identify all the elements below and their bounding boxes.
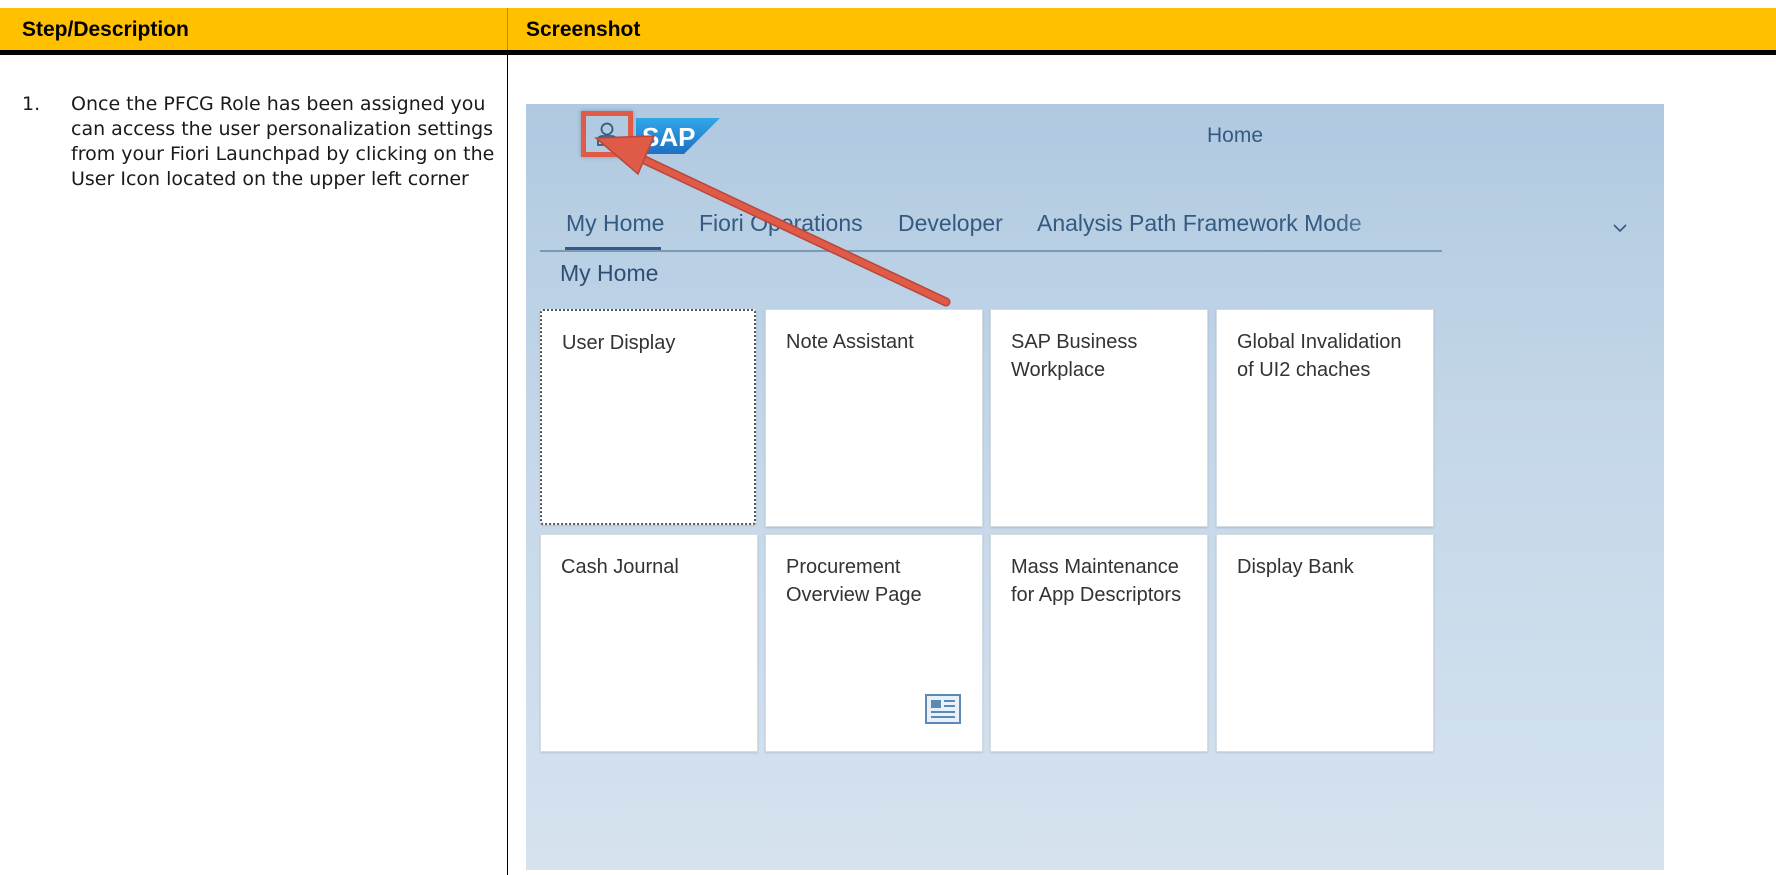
tile-global-invalidation[interactable]: Global Invalidation of UI2 chaches [1216, 309, 1434, 527]
col-step-description-header: Step/Description [22, 18, 189, 41]
header-divider [507, 8, 508, 50]
tab-developer[interactable]: Developer [898, 210, 1003, 237]
tile-note-assistant[interactable]: Note Assistant [765, 309, 983, 527]
tile-procurement-overview[interactable]: Procurement Overview Page [765, 534, 983, 752]
chevron-down-icon[interactable] [1608, 216, 1632, 240]
step-number: 1. [22, 93, 41, 115]
tab-fiori-operations[interactable]: Fiori Operations [699, 210, 863, 237]
tile-title: Procurement Overview Page [786, 556, 922, 606]
tabs-baseline [540, 250, 1442, 252]
tile-title: Global Invalidation of UI2 chaches [1237, 331, 1402, 381]
tile-title: Display Bank [1237, 556, 1354, 578]
tile-cash-journal[interactable]: Cash Journal [540, 534, 758, 752]
tile-title: SAP Business Workplace [1011, 331, 1138, 381]
overview-page-icon [925, 694, 961, 724]
launchpad-screenshot: SAP Home My Home Fiori Operations Develo… [526, 104, 1664, 870]
tile-title: Mass Maintenance for App Descriptors [1011, 556, 1182, 606]
tab-my-home[interactable]: My Home [566, 210, 664, 237]
col-screenshot-header: Screenshot [526, 18, 641, 41]
tile-user-display[interactable]: User Display [540, 309, 756, 525]
table-header: Step/Description Screenshot [0, 8, 1776, 55]
tile-title: User Display [562, 332, 676, 354]
tab-analysis-path-framework[interactable]: Analysis Path Framework Mode [1037, 210, 1417, 237]
step-text: Once the PFCG Role has been assigned you… [71, 93, 495, 190]
shell-title: Home [1206, 124, 1264, 147]
tile-display-bank[interactable]: Display Bank [1216, 534, 1434, 752]
tile-title: Cash Journal [561, 556, 679, 578]
tile-sap-business-workplace[interactable]: SAP Business Workplace [990, 309, 1208, 527]
tile-title: Note Assistant [786, 331, 914, 353]
section-title: My Home [560, 260, 659, 286]
tile-mass-maintenance[interactable]: Mass Maintenance for App Descriptors [990, 534, 1208, 752]
